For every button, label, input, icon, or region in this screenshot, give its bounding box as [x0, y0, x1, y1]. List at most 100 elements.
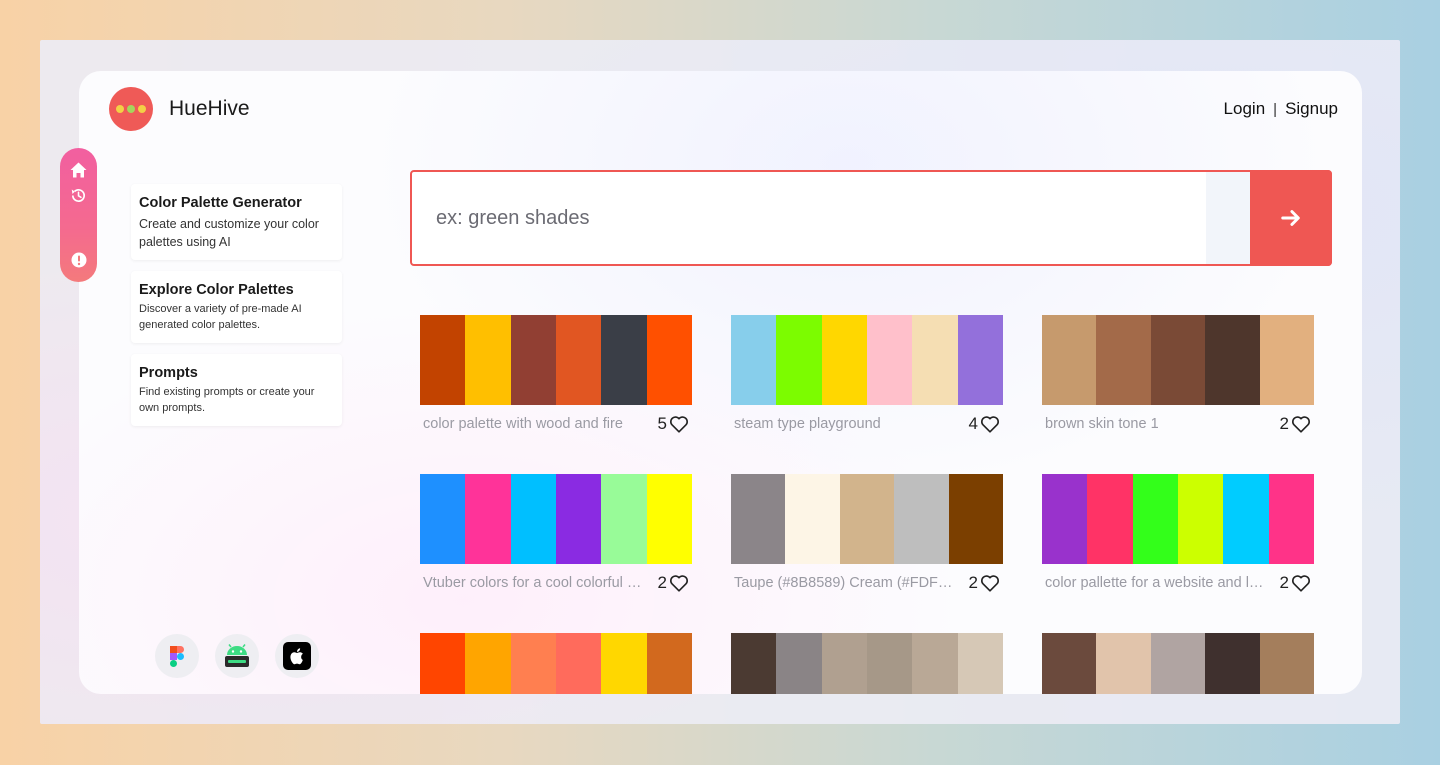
color-swatch[interactable] [646, 315, 692, 405]
color-swatch[interactable] [731, 474, 786, 564]
palette-card[interactable]: Taupe (#8B8589) Cream (#FDF5E6) Tan 2 [731, 474, 1004, 593]
color-swatch[interactable] [776, 633, 822, 694]
color-swatch[interactable] [510, 315, 556, 405]
palette-card[interactable] [1042, 633, 1315, 694]
like-count: 2 [1279, 573, 1289, 592]
color-swatch[interactable] [1259, 315, 1315, 405]
color-swatch[interactable] [420, 633, 466, 694]
like-button[interactable]: 2 [1280, 573, 1311, 593]
sidebar-menu: Color Palette Generator Create and custo… [131, 184, 342, 437]
figma-link[interactable] [155, 634, 199, 678]
color-swatch[interactable] [1268, 474, 1314, 564]
color-swatch[interactable] [776, 315, 822, 405]
color-swatch[interactable] [866, 315, 913, 405]
color-swatch[interactable] [1205, 633, 1260, 694]
color-swatch[interactable] [1150, 315, 1206, 405]
color-swatch[interactable] [1132, 474, 1178, 564]
like-button[interactable]: 2 [969, 573, 1000, 593]
color-swatch[interactable] [601, 315, 647, 405]
color-swatch[interactable] [948, 474, 1004, 564]
color-swatch[interactable] [1096, 633, 1151, 694]
palette-name: color pallette for a website and logo [1045, 575, 1267, 591]
apple-icon [283, 642, 311, 670]
logo-dot [116, 105, 124, 113]
menu-item-generator[interactable]: Color Palette Generator Create and custo… [131, 184, 342, 261]
palette-swatches [731, 474, 1004, 564]
color-swatch[interactable] [1223, 474, 1269, 564]
palette-info: color pallette for a website and logo 2 [1042, 573, 1314, 593]
color-swatch[interactable] [1042, 315, 1097, 405]
color-swatch[interactable] [785, 474, 840, 564]
color-swatch[interactable] [1096, 315, 1151, 405]
palette-swatches [420, 633, 692, 694]
menu-item-explore[interactable]: Explore Color Palettes Discover a variet… [131, 271, 342, 344]
like-button[interactable]: 2 [1280, 414, 1311, 434]
like-button[interactable]: 5 [658, 414, 689, 434]
color-swatch[interactable] [601, 474, 647, 564]
color-swatch[interactable] [1150, 633, 1206, 694]
menu-item-prompts[interactable]: Prompts Find existing prompts or create … [131, 354, 342, 426]
palette-card[interactable]: steam type playground 4 [731, 315, 1003, 434]
apple-link[interactable] [275, 634, 319, 678]
palette-card[interactable]: brown skin tone 1 2 [1042, 315, 1315, 434]
color-swatch[interactable] [1205, 315, 1260, 405]
color-swatch[interactable] [731, 633, 777, 694]
color-swatch[interactable] [646, 474, 692, 564]
rail-home[interactable] [69, 160, 88, 179]
menu-item-title: Prompts [139, 365, 198, 382]
palette-card[interactable]: Vtuber colors for a cool colorful design… [420, 474, 692, 593]
search-input[interactable] [412, 172, 1206, 264]
color-swatch[interactable] [465, 315, 511, 405]
color-swatch[interactable] [1042, 633, 1097, 694]
login-link[interactable]: Login [1224, 99, 1266, 119]
color-swatch[interactable] [912, 315, 958, 405]
color-swatch[interactable] [465, 474, 511, 564]
color-swatch[interactable] [555, 474, 602, 564]
search-input-edge [1206, 172, 1250, 264]
color-swatch[interactable] [420, 315, 466, 405]
search-submit-button[interactable] [1250, 170, 1332, 266]
like-count: 2 [657, 573, 667, 592]
palette-card[interactable] [420, 633, 692, 694]
color-swatch[interactable] [821, 633, 867, 694]
color-swatch[interactable] [894, 474, 949, 564]
logo-dot [127, 105, 135, 113]
color-swatch[interactable] [510, 633, 556, 694]
color-swatch[interactable] [420, 474, 466, 564]
rail-alert[interactable] [69, 250, 88, 269]
color-swatch[interactable] [465, 633, 511, 694]
search-bar [410, 170, 1332, 266]
color-swatch[interactable] [821, 315, 867, 405]
color-swatch[interactable] [957, 633, 1003, 694]
palette-card[interactable] [731, 633, 1003, 694]
color-swatch[interactable] [839, 474, 895, 564]
like-button[interactable]: 2 [658, 573, 689, 593]
palette-card[interactable]: color palette with wood and fire 5 [420, 315, 692, 434]
color-swatch[interactable] [731, 315, 777, 405]
signup-link[interactable]: Signup [1285, 99, 1338, 119]
color-swatch[interactable] [555, 633, 602, 694]
color-swatch[interactable] [1259, 633, 1315, 694]
rail-history[interactable] [69, 186, 88, 205]
side-rail [60, 148, 97, 282]
color-swatch[interactable] [957, 315, 1003, 405]
color-swatch[interactable] [912, 633, 958, 694]
android-link[interactable] [215, 634, 259, 678]
color-swatch[interactable] [1042, 474, 1088, 564]
palette-card[interactable]: color pallette for a website and logo 2 [1042, 474, 1314, 593]
logo-icon[interactable] [109, 87, 153, 131]
like-count: 2 [968, 573, 978, 592]
like-button[interactable]: 4 [969, 414, 1000, 434]
color-swatch[interactable] [866, 633, 913, 694]
heart-icon [1292, 416, 1310, 433]
color-swatch[interactable] [555, 315, 602, 405]
palette-info: brown skin tone 1 2 [1042, 414, 1314, 434]
heart-icon [1292, 575, 1310, 592]
color-swatch[interactable] [510, 474, 556, 564]
color-swatch[interactable] [1177, 474, 1224, 564]
color-swatch[interactable] [601, 633, 647, 694]
menu-item-desc: Find existing prompts or create your own… [139, 386, 315, 415]
color-swatch[interactable] [1087, 474, 1133, 564]
palette-swatches [1042, 315, 1315, 405]
color-swatch[interactable] [646, 633, 692, 694]
